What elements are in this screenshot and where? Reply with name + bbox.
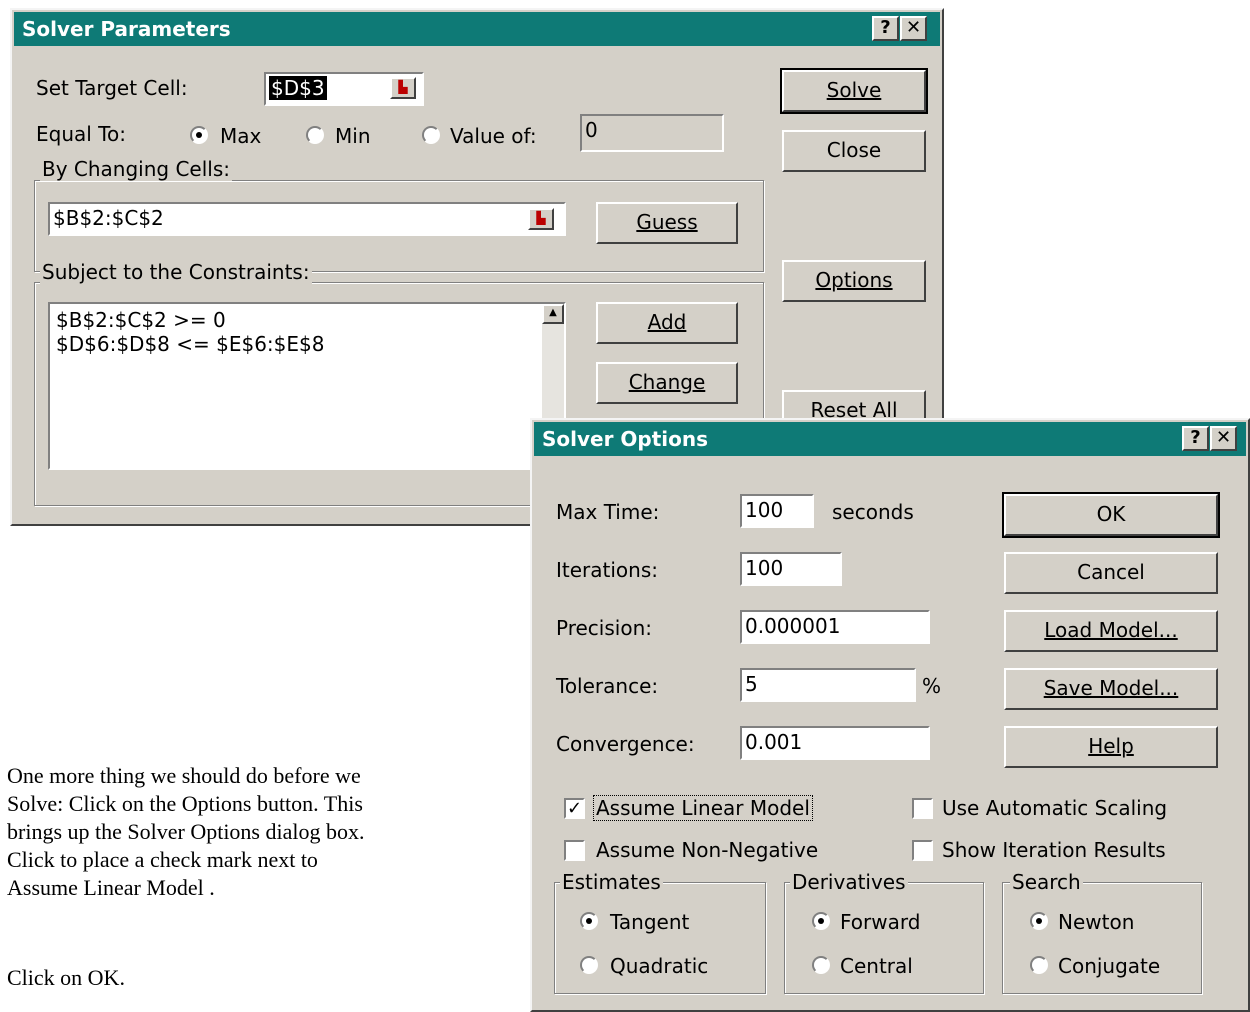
max-time-label: Max Time: <box>556 500 660 524</box>
close-button[interactable]: Close <box>782 130 926 172</box>
constraint-item[interactable]: $B$2:$C$2 >= 0 <box>56 308 558 332</box>
tolerance-label: Tolerance: <box>556 674 659 698</box>
target-cell-value: $D$3 <box>269 76 327 100</box>
assume-non-negative-checkbox[interactable] <box>564 840 585 861</box>
instruction-line: Assume Linear Model . <box>7 875 215 900</box>
ok-button[interactable]: OK <box>1002 492 1220 538</box>
help-question-button[interactable]: ? <box>872 16 899 41</box>
collapse-dialog-icon[interactable]: ▙ <box>390 77 416 99</box>
max-radio-label: Max <box>220 124 262 148</box>
iterations-label: Iterations: <box>556 558 658 582</box>
show-iteration-results-checkbox[interactable] <box>912 840 933 861</box>
load-model-button[interactable]: Load Model... <box>1004 610 1218 652</box>
collapse-dialog-icon[interactable]: ▙ <box>528 208 554 230</box>
cancel-button[interactable]: Cancel <box>1004 552 1218 594</box>
solver-options-titlebar: Solver Options ? ✕ <box>534 422 1246 456</box>
newton-label: Newton <box>1058 910 1135 934</box>
tangent-label: Tangent <box>610 910 690 934</box>
precision-label: Precision: <box>556 616 652 640</box>
estimates-label: Estimates <box>560 870 663 894</box>
solve-button[interactable]: Solve <box>780 68 928 114</box>
instruction-line: Click to place a check mark next to <box>7 847 318 872</box>
dialog-title: Solver Parameters <box>22 17 231 41</box>
value-of-input[interactable]: 0 <box>580 114 724 152</box>
solver-options-dialog: Solver Options ? ✕ Max Time: 100 seconds… <box>530 418 1250 1012</box>
forward-label: Forward <box>840 910 921 934</box>
changing-cells-input[interactable]: $B$2:$C$2 <box>48 202 566 236</box>
forward-radio[interactable] <box>812 912 830 930</box>
percent-label: % <box>922 674 942 698</box>
constraints-label: Subject to the Constraints: <box>40 260 312 284</box>
constraint-item[interactable]: $D$6:$D$8 <= $E$6:$E$8 <box>56 332 558 356</box>
value-of-radio-label: Value of: <box>450 124 537 148</box>
search-label: Search <box>1010 870 1083 894</box>
max-radio[interactable] <box>190 126 208 144</box>
dialog-title: Solver Options <box>542 427 709 451</box>
derivatives-label: Derivatives <box>790 870 908 894</box>
iterations-input[interactable]: 100 <box>740 552 842 586</box>
set-target-cell-label: Set Target Cell: <box>36 76 188 100</box>
constraints-list[interactable]: $B$2:$C$2 >= 0 $D$6:$D$8 <= $E$6:$E$8 ▲ <box>48 302 566 470</box>
assume-linear-model-checkbox[interactable]: ✓ <box>564 798 585 819</box>
by-changing-cells-label: By Changing Cells: <box>40 157 233 181</box>
help-question-button[interactable]: ? <box>1182 426 1209 451</box>
scroll-up-icon[interactable]: ▲ <box>542 304 564 324</box>
convergence-input[interactable]: 0.001 <box>740 726 930 760</box>
use-automatic-scaling-checkbox[interactable] <box>912 798 933 819</box>
convergence-label: Convergence: <box>556 732 695 756</box>
conjugate-radio[interactable] <box>1030 956 1048 974</box>
help-button[interactable]: Help <box>1004 726 1218 768</box>
guess-button[interactable]: Guess <box>596 202 738 244</box>
instruction-line: Solve: Click on the Options button. This <box>7 791 363 816</box>
show-iteration-results-label: Show Iteration Results <box>942 838 1166 862</box>
quadratic-radio[interactable] <box>580 956 598 974</box>
save-model-button[interactable]: Save Model... <box>1004 668 1218 710</box>
instruction-paragraph: One more thing we should do before we So… <box>7 762 364 902</box>
value-of-radio[interactable] <box>422 126 440 144</box>
seconds-label: seconds <box>832 500 914 524</box>
change-button[interactable]: Change <box>596 362 738 404</box>
solver-parameters-titlebar: Solver Parameters ? ✕ <box>14 12 940 46</box>
instruction-ok: Click on OK. <box>7 965 125 990</box>
tolerance-input[interactable]: 5 <box>740 668 916 702</box>
conjugate-label: Conjugate <box>1058 954 1161 978</box>
use-automatic-scaling-label: Use Automatic Scaling <box>942 796 1168 820</box>
instruction-line: brings up the Solver Options dialog box. <box>7 819 365 844</box>
quadratic-label: Quadratic <box>610 954 709 978</box>
add-button[interactable]: Add <box>596 302 738 344</box>
equal-to-label: Equal To: <box>36 122 126 146</box>
options-button[interactable]: Options <box>782 260 926 302</box>
min-radio-label: Min <box>335 124 371 148</box>
min-radio[interactable] <box>306 126 324 144</box>
precision-input[interactable]: 0.000001 <box>740 610 930 644</box>
close-x-button[interactable]: ✕ <box>1210 426 1237 451</box>
close-x-button[interactable]: ✕ <box>900 16 927 41</box>
tangent-radio[interactable] <box>580 912 598 930</box>
central-label: Central <box>840 954 913 978</box>
instruction-line: One more thing we should do before we <box>7 763 361 788</box>
central-radio[interactable] <box>812 956 830 974</box>
assume-linear-model-label: Assume Linear Model <box>593 795 813 821</box>
assume-non-negative-label: Assume Non-Negative <box>596 838 819 862</box>
max-time-input[interactable]: 100 <box>740 494 814 528</box>
newton-radio[interactable] <box>1030 912 1048 930</box>
